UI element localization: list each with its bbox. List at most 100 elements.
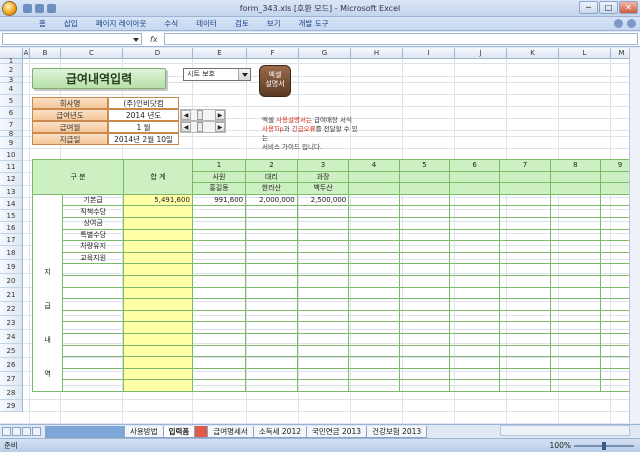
pay-item-value[interactable] bbox=[549, 193, 602, 207]
pay-item-value[interactable] bbox=[348, 228, 400, 242]
pay-item-value[interactable] bbox=[348, 240, 400, 253]
pay-item-value[interactable] bbox=[348, 216, 400, 230]
column-header[interactable]: K bbox=[507, 48, 559, 59]
pay-item-value[interactable] bbox=[191, 263, 247, 276]
pay-item-value[interactable] bbox=[245, 367, 298, 381]
pay-item-value[interactable] bbox=[191, 309, 247, 323]
pay-item-value[interactable] bbox=[296, 367, 350, 381]
pay-item-value[interactable] bbox=[245, 251, 298, 265]
employee-name[interactable]: 한라산 bbox=[245, 182, 298, 195]
pay-item-value[interactable]: 991,600 bbox=[191, 193, 247, 207]
tab-page-layout[interactable]: 페이지 레이아웃 bbox=[87, 18, 156, 29]
pay-item-value[interactable] bbox=[499, 274, 551, 288]
pay-item-value[interactable] bbox=[191, 274, 247, 288]
pay-item-value[interactable] bbox=[499, 298, 551, 311]
pay-item-value[interactable] bbox=[448, 332, 501, 346]
pay-item-value[interactable] bbox=[549, 240, 602, 253]
chevron-right-icon[interactable]: ▶ bbox=[215, 122, 225, 132]
row-header[interactable]: 4 bbox=[0, 83, 23, 95]
sheet-tab-income-tax[interactable]: 소득세 2012 bbox=[252, 425, 307, 438]
pay-item-value[interactable]: 2,500,000 bbox=[296, 193, 350, 207]
row-header[interactable]: 29 bbox=[0, 400, 23, 412]
pay-item-value[interactable] bbox=[348, 367, 400, 381]
pay-item-value[interactable] bbox=[191, 332, 247, 346]
info-value-paydate[interactable]: 2014년 2월 10일 bbox=[108, 133, 179, 145]
pay-item-value[interactable] bbox=[499, 193, 551, 207]
row-header[interactable]: 15 bbox=[0, 210, 23, 222]
pay-item-value[interactable] bbox=[191, 367, 247, 381]
pay-item-value[interactable] bbox=[398, 286, 450, 300]
row-header[interactable]: 6 bbox=[0, 107, 23, 119]
column-header[interactable]: B bbox=[30, 48, 61, 59]
pay-item-value[interactable] bbox=[296, 216, 350, 230]
chevron-left-icon[interactable]: ◀ bbox=[181, 122, 191, 132]
pay-item-value[interactable] bbox=[398, 228, 450, 242]
pay-item-value[interactable] bbox=[499, 309, 551, 323]
pay-item-value[interactable] bbox=[245, 216, 298, 230]
tab-formulas[interactable]: 수식 bbox=[155, 18, 187, 29]
book-icon[interactable]: 엑셀 설명서 bbox=[259, 65, 291, 97]
tab-insert[interactable]: 삽입 bbox=[55, 18, 87, 29]
row-header[interactable]: 22 bbox=[0, 302, 23, 316]
row-header[interactable]: 17 bbox=[0, 234, 23, 246]
pay-item-value[interactable] bbox=[398, 298, 450, 311]
pay-item-value[interactable] bbox=[296, 286, 350, 300]
vertical-scrollbar[interactable] bbox=[629, 48, 640, 423]
pay-item-value[interactable] bbox=[296, 356, 350, 369]
pay-item-value[interactable] bbox=[448, 309, 501, 323]
worksheet-grid[interactable]: ABCDEFGHIJKLM 1 2 3 4 5 6 7 8 9 10 11 12 13 14 15 16 17 1… bbox=[0, 48, 640, 423]
minimize-button[interactable]: ─ bbox=[579, 1, 598, 14]
row-header[interactable]: 28 bbox=[0, 386, 23, 400]
pay-item-value[interactable] bbox=[448, 298, 501, 311]
pay-item-value[interactable] bbox=[191, 216, 247, 230]
year-scrollbar[interactable]: ◀ ▶ bbox=[180, 109, 226, 121]
pay-item-value[interactable] bbox=[191, 379, 247, 392]
pay-item-value[interactable] bbox=[398, 367, 450, 381]
scroll-thumb[interactable] bbox=[197, 110, 203, 120]
employee-name[interactable] bbox=[398, 182, 450, 195]
first-sheet-icon[interactable] bbox=[2, 427, 11, 436]
pay-item-value[interactable] bbox=[549, 356, 602, 369]
pay-item-value[interactable] bbox=[549, 205, 602, 218]
pay-item-value[interactable] bbox=[549, 274, 602, 288]
employee-name[interactable] bbox=[448, 182, 501, 195]
employee-name[interactable]: 홍길동 bbox=[191, 182, 247, 195]
pay-item-value[interactable] bbox=[499, 356, 551, 369]
close-button[interactable]: ✕ bbox=[619, 1, 638, 14]
pay-item-value[interactable] bbox=[296, 205, 350, 218]
pay-item-value[interactable] bbox=[499, 379, 551, 392]
pay-item-value[interactable] bbox=[348, 286, 400, 300]
chevron-right-icon[interactable]: ▶ bbox=[215, 110, 225, 120]
pay-item-value[interactable] bbox=[191, 298, 247, 311]
pay-item-value[interactable] bbox=[499, 344, 551, 358]
pay-item-value[interactable] bbox=[348, 251, 400, 265]
pay-item-value[interactable] bbox=[549, 309, 602, 323]
pay-item-value[interactable] bbox=[296, 379, 350, 392]
pay-item-value[interactable] bbox=[191, 228, 247, 242]
pay-item-value[interactable] bbox=[296, 251, 350, 265]
pay-item-value[interactable] bbox=[398, 332, 450, 346]
pay-item-value[interactable] bbox=[398, 309, 450, 323]
employee-name[interactable] bbox=[348, 182, 400, 195]
row-header[interactable]: 9 bbox=[0, 137, 23, 149]
pay-item-value[interactable] bbox=[191, 286, 247, 300]
pay-item-value[interactable] bbox=[191, 356, 247, 369]
pay-item-value[interactable] bbox=[348, 356, 400, 369]
pay-item-value[interactable] bbox=[245, 379, 298, 392]
pay-item-value[interactable] bbox=[191, 251, 247, 265]
formula-input[interactable] bbox=[163, 33, 638, 45]
sheet-tab-usage[interactable]: 사용방법 bbox=[124, 425, 164, 438]
pay-item-value[interactable] bbox=[549, 367, 602, 381]
employee-position[interactable] bbox=[398, 170, 450, 184]
row-header[interactable]: 10 bbox=[0, 149, 23, 161]
pay-item-value[interactable] bbox=[191, 240, 247, 253]
row-header[interactable]: 5 bbox=[0, 95, 23, 107]
pay-item-value[interactable] bbox=[499, 321, 551, 334]
pay-item-value[interactable] bbox=[348, 193, 400, 207]
sheet-protect-select[interactable]: 시트 보호 bbox=[183, 68, 251, 81]
column-header[interactable]: F bbox=[247, 48, 299, 59]
pay-item-value[interactable] bbox=[499, 216, 551, 230]
pay-item-value[interactable] bbox=[448, 379, 501, 392]
pay-item-value[interactable] bbox=[191, 205, 247, 218]
pay-item-value[interactable] bbox=[448, 274, 501, 288]
